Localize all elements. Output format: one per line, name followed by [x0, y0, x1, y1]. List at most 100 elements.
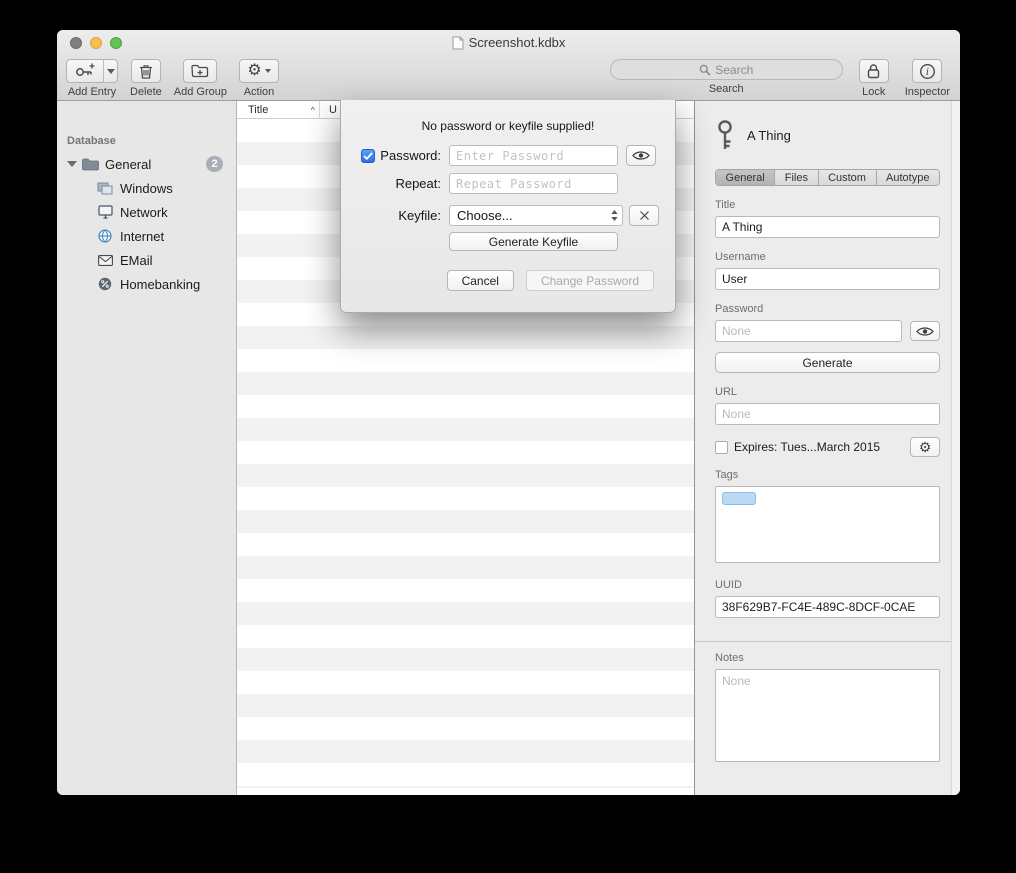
gear-icon: ⚙ — [247, 63, 261, 79]
inspector-panel: A Thing General Files Custom Autotype Ti… — [695, 101, 960, 795]
sidebar-item-label: Network — [120, 205, 168, 220]
search-input[interactable]: Search — [610, 59, 843, 80]
sheet-repeat-label: Repeat: — [395, 176, 441, 191]
gear-icon: ⚙ — [919, 440, 932, 454]
window-title-area: Screenshot.kdbx — [57, 30, 960, 55]
inspector-content: A Thing General Files Custom Autotype Ti… — [695, 101, 951, 795]
add-group-button[interactable] — [183, 59, 217, 83]
close-button[interactable] — [70, 37, 82, 49]
search-group: Search Search — [610, 59, 843, 95]
sort-indicator-icon: ^ — [311, 105, 315, 115]
reveal-password-button[interactable] — [910, 321, 940, 341]
sidebar-item-email[interactable]: EMail — [57, 248, 236, 272]
enter-password-input[interactable] — [449, 145, 618, 166]
generate-password-button[interactable]: Generate — [715, 352, 940, 373]
title-field[interactable] — [715, 216, 940, 238]
sidebar-item-label: EMail — [120, 253, 153, 268]
coin-icon — [97, 277, 113, 291]
document-icon — [452, 36, 464, 50]
generate-keyfile-button[interactable]: Generate Keyfile — [449, 232, 618, 251]
sheet-reveal-password-button[interactable] — [626, 145, 656, 166]
search-label: Search — [709, 83, 744, 95]
password-checkbox[interactable] — [361, 149, 375, 163]
notes-label: Notes — [715, 652, 940, 664]
password-field[interactable] — [715, 320, 902, 342]
action-group: ⚙ Action — [239, 59, 279, 98]
tag-chip[interactable] — [722, 492, 756, 505]
toolbar: Add Entry Delete Add G — [57, 55, 960, 101]
notes-field[interactable] — [715, 669, 940, 762]
uuid-label: UUID — [715, 579, 940, 591]
titlebar: Screenshot.kdbx — [57, 30, 960, 55]
action-button[interactable]: ⚙ — [239, 59, 279, 83]
sheet-repeat-row: Repeat: — [341, 173, 675, 194]
sidebar-item-windows[interactable]: Windows — [57, 176, 236, 200]
sidebar: Database General 2 Windows Network — [57, 101, 237, 795]
url-field-label: URL — [715, 386, 940, 398]
password-row — [715, 320, 940, 342]
eye-icon — [916, 326, 934, 337]
sidebar-item-network[interactable]: Network — [57, 200, 236, 224]
section-divider — [695, 641, 951, 642]
sidebar-item-internet[interactable]: Internet — [57, 224, 236, 248]
key-plus-icon — [75, 63, 95, 79]
sheet-keyfile-row: Keyfile: Choose... — [341, 205, 675, 226]
tab-files[interactable]: Files — [775, 170, 818, 185]
tab-custom[interactable]: Custom — [819, 170, 877, 185]
change-password-sheet: No password or keyfile supplied! Passwor… — [340, 100, 676, 313]
entry-title: A Thing — [747, 128, 791, 143]
add-entry-dropdown[interactable] — [103, 60, 117, 82]
expires-checkbox[interactable] — [715, 441, 728, 454]
stepper-arrows-icon — [611, 210, 618, 221]
envelope-icon — [97, 255, 113, 266]
delete-label: Delete — [130, 86, 162, 98]
keyfile-popup[interactable]: Choose... — [449, 205, 623, 226]
add-entry-button[interactable] — [66, 59, 118, 83]
expires-settings-button[interactable]: ⚙ — [910, 437, 940, 457]
lock-button[interactable] — [859, 59, 889, 83]
inspector-scrollbar[interactable] — [951, 101, 960, 795]
column-header-title[interactable]: Title ^ — [237, 101, 320, 118]
delete-button[interactable] — [131, 59, 161, 83]
zoom-button[interactable] — [110, 37, 122, 49]
add-group-group: Add Group — [174, 59, 227, 98]
search-placeholder: Search — [715, 63, 753, 77]
username-field[interactable] — [715, 268, 940, 290]
tags-field[interactable] — [715, 486, 940, 563]
sidebar-item-label: Homebanking — [120, 277, 200, 292]
search-icon — [699, 64, 711, 76]
eye-icon — [632, 150, 650, 161]
folder-icon — [82, 158, 99, 171]
sidebar-item-label: Windows — [120, 181, 173, 196]
sidebar-item-homebanking[interactable]: Homebanking — [57, 272, 236, 296]
windows-icon — [97, 182, 113, 195]
lock-label: Lock — [862, 86, 885, 98]
delete-group: Delete — [130, 59, 162, 98]
checkmark-icon — [363, 152, 373, 160]
title-field-label: Title — [715, 199, 940, 211]
inspector-button[interactable]: i — [912, 59, 942, 83]
tab-autotype[interactable]: Autotype — [877, 170, 940, 185]
sheet-message: No password or keyfile supplied! — [341, 100, 675, 133]
uuid-field[interactable] — [715, 596, 940, 618]
clear-keyfile-button[interactable] — [629, 205, 659, 226]
cancel-button[interactable]: Cancel — [447, 270, 514, 291]
svg-text:i: i — [926, 67, 929, 78]
repeat-password-input[interactable] — [449, 173, 618, 194]
tab-general[interactable]: General — [716, 170, 775, 185]
action-label: Action — [244, 86, 275, 98]
add-entry-group: Add Entry — [66, 59, 118, 98]
disclosure-triangle-icon[interactable] — [67, 161, 77, 167]
sidebar-group-general[interactable]: General 2 — [57, 152, 236, 176]
chevron-down-icon — [265, 69, 271, 73]
sidebar-section-header: Database — [67, 135, 236, 147]
key-icon — [715, 119, 735, 151]
padlock-icon — [867, 63, 880, 79]
minimize-button[interactable] — [90, 37, 102, 49]
url-field[interactable] — [715, 403, 940, 425]
network-icon — [97, 205, 113, 219]
lock-group: Lock — [859, 59, 889, 98]
change-password-button[interactable]: Change Password — [526, 270, 654, 291]
close-icon — [639, 210, 650, 221]
trash-icon — [139, 63, 153, 79]
